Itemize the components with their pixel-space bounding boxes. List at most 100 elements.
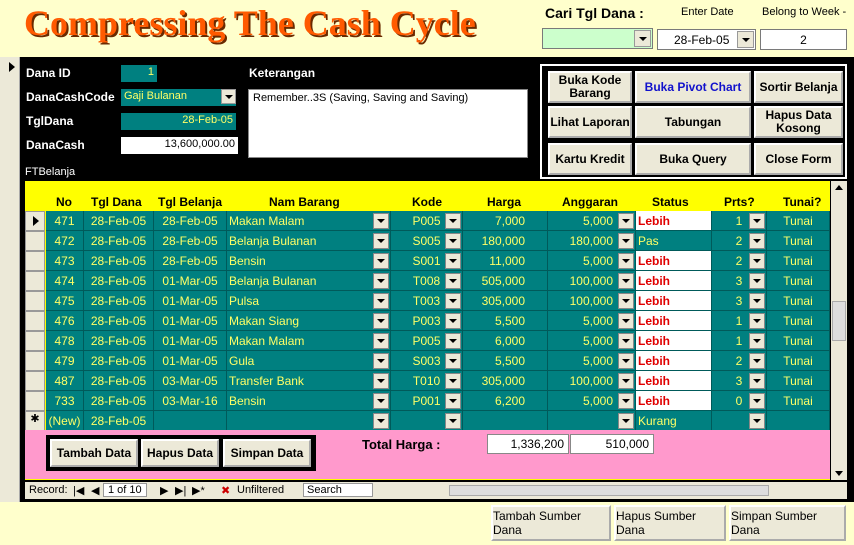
- table-row[interactable]: 473 28-Feb-05 28-Feb-05 Bensin S001 11,000 5,0…: [25, 251, 830, 271]
- tabungan-button[interactable]: Tabungan: [635, 106, 751, 138]
- cell-tgl-dana[interactable]: 28-Feb-05: [84, 211, 154, 231]
- cell-harga[interactable]: 305,000: [463, 371, 548, 391]
- last-record-icon[interactable]: ▶|: [175, 484, 186, 497]
- dropdown-arrow-icon[interactable]: [618, 413, 634, 429]
- cell-tgl-belanja[interactable]: 01-Mar-05: [154, 271, 227, 291]
- cell-tgl-belanja[interactable]: 03-Mar-05: [154, 371, 227, 391]
- cell-status[interactable]: Lebih: [636, 371, 712, 391]
- filter-icon[interactable]: ✖: [221, 484, 230, 497]
- cell-nama[interactable]: Bensin: [227, 391, 391, 411]
- cell-no[interactable]: 472: [46, 231, 84, 251]
- dropdown-arrow-icon[interactable]: [373, 353, 389, 369]
- dropdown-arrow-icon[interactable]: [445, 293, 461, 309]
- table-row[interactable]: 476 28-Feb-05 01-Mar-05 Makan Siang P003 5,50…: [25, 311, 830, 331]
- table-row[interactable]: ✱ (New) 28-Feb-05 Kurang: [25, 411, 830, 431]
- cell-nama[interactable]: Makan Malam: [227, 331, 391, 351]
- cell-no[interactable]: 474: [46, 271, 84, 291]
- cell-nama[interactable]: Pulsa: [227, 291, 391, 311]
- cell-tunai[interactable]: Tunai: [767, 231, 830, 251]
- vertical-scrollbar[interactable]: [831, 181, 847, 480]
- row-selector[interactable]: [25, 271, 45, 291]
- cell-tgl-dana[interactable]: 28-Feb-05: [84, 291, 154, 311]
- tambah-data-button[interactable]: Tambah Data: [50, 439, 138, 467]
- cell-tgl-dana[interactable]: 28-Feb-05: [84, 331, 154, 351]
- cell-tgl-dana[interactable]: 28-Feb-05: [84, 311, 154, 331]
- next-record-icon[interactable]: ▶: [160, 484, 168, 497]
- cell-tunai[interactable]: Tunai: [767, 291, 830, 311]
- cell-status[interactable]: Pas: [636, 231, 712, 251]
- dropdown-arrow-icon[interactable]: [373, 413, 389, 429]
- cell-status[interactable]: Lebih: [636, 311, 712, 331]
- table-row[interactable]: 472 28-Feb-05 28-Feb-05 Belanja Bulanan S005…: [25, 231, 830, 251]
- row-selector[interactable]: [25, 211, 45, 231]
- cell-status[interactable]: Lebih: [636, 251, 712, 271]
- dropdown-arrow-icon[interactable]: [749, 213, 765, 229]
- cell-harga[interactable]: 5,500: [463, 351, 548, 371]
- danacash-field[interactable]: 13,600,000.00: [121, 137, 238, 154]
- new-row-icon[interactable]: ✱: [25, 411, 45, 431]
- dropdown-arrow-icon[interactable]: [445, 373, 461, 389]
- dropdown-arrow-icon[interactable]: [618, 333, 634, 349]
- table-row[interactable]: 733 28-Feb-05 03-Mar-16 Bensin P001 6,200 5,00…: [25, 391, 830, 411]
- cell-tunai[interactable]: Tunai: [767, 371, 830, 391]
- row-selector[interactable]: [25, 251, 45, 271]
- dropdown-arrow-icon[interactable]: [373, 333, 389, 349]
- lihat-laporan-button[interactable]: Lihat Laporan: [548, 106, 632, 138]
- cell-nama[interactable]: [227, 411, 391, 431]
- table-row[interactable]: 479 28-Feb-05 01-Mar-05 Gula S003 5,500 5,000 L…: [25, 351, 830, 371]
- cell-tgl-dana[interactable]: 28-Feb-05: [84, 371, 154, 391]
- dropdown-arrow-icon[interactable]: [749, 333, 765, 349]
- dropdown-arrow-icon[interactable]: [373, 273, 389, 289]
- search-field[interactable]: Search: [303, 483, 373, 497]
- dropdown-arrow-icon[interactable]: [373, 393, 389, 409]
- simpan-data-button[interactable]: Simpan Data: [223, 439, 311, 467]
- table-row[interactable]: 487 28-Feb-05 03-Mar-05 Transfer Bank T010 30…: [25, 371, 830, 391]
- enter-date-combo[interactable]: 28-Feb-05: [657, 29, 756, 50]
- dropdown-arrow-icon[interactable]: [749, 293, 765, 309]
- cell-nama[interactable]: Belanja Bulanan: [227, 271, 391, 291]
- dropdown-arrow-icon[interactable]: [445, 353, 461, 369]
- danacashcode-combo[interactable]: Gaji Bulanan: [121, 89, 236, 106]
- close-form-button[interactable]: Close Form: [754, 143, 843, 175]
- cell-tgl-dana[interactable]: 28-Feb-05: [84, 411, 154, 431]
- cell-tgl-dana[interactable]: 28-Feb-05: [84, 271, 154, 291]
- dropdown-arrow-icon[interactable]: [445, 253, 461, 269]
- record-selector[interactable]: [0, 57, 20, 502]
- dropdown-arrow-icon[interactable]: [618, 293, 634, 309]
- dropdown-arrow-icon[interactable]: [749, 413, 765, 429]
- dropdown-arrow-icon[interactable]: [618, 233, 634, 249]
- dropdown-arrow-icon[interactable]: [373, 213, 389, 229]
- tgldana-field[interactable]: 28-Feb-05: [121, 113, 236, 130]
- horizontal-scrollbar[interactable]: [437, 484, 837, 497]
- cell-status[interactable]: Lebih: [636, 351, 712, 371]
- cell-tgl-belanja[interactable]: 28-Feb-05: [154, 211, 227, 231]
- cell-nama[interactable]: Makan Siang: [227, 311, 391, 331]
- dropdown-arrow-icon[interactable]: [373, 293, 389, 309]
- table-row[interactable]: 474 28-Feb-05 01-Mar-05 Belanja Bulanan T008…: [25, 271, 830, 291]
- dropdown-arrow-icon[interactable]: [749, 273, 765, 289]
- dropdown-arrow-icon[interactable]: [618, 373, 634, 389]
- cell-tunai[interactable]: Tunai: [767, 331, 830, 351]
- keterangan-field[interactable]: Remember..3S (Saving, Saving and Saving): [248, 89, 528, 158]
- cell-tgl-dana[interactable]: 28-Feb-05: [84, 251, 154, 271]
- cell-tunai[interactable]: Tunai: [767, 351, 830, 371]
- new-record-icon[interactable]: ▶*: [192, 484, 205, 497]
- simpan-sumber-dana-button[interactable]: Simpan Sumber Dana: [729, 505, 846, 541]
- cell-status[interactable]: Lebih: [636, 291, 712, 311]
- dropdown-arrow-icon[interactable]: [618, 393, 634, 409]
- cell-nama[interactable]: Transfer Bank: [227, 371, 391, 391]
- cell-tunai[interactable]: Tunai: [767, 251, 830, 271]
- cell-no[interactable]: 471: [46, 211, 84, 231]
- dropdown-arrow-icon[interactable]: [749, 373, 765, 389]
- dropdown-arrow-icon[interactable]: [373, 313, 389, 329]
- tambah-sumber-dana-button[interactable]: Tambah Sumber Dana: [491, 505, 611, 541]
- cell-harga[interactable]: 180,000: [463, 231, 548, 251]
- dropdown-arrow-icon[interactable]: [445, 273, 461, 289]
- first-record-icon[interactable]: |◀: [73, 484, 84, 497]
- dropdown-arrow-icon[interactable]: [618, 253, 634, 269]
- dropdown-arrow-icon[interactable]: [749, 393, 765, 409]
- cell-tunai[interactable]: Tunai: [767, 211, 830, 231]
- cell-no[interactable]: 475: [46, 291, 84, 311]
- cell-no[interactable]: 473: [46, 251, 84, 271]
- cell-tunai[interactable]: [767, 411, 830, 431]
